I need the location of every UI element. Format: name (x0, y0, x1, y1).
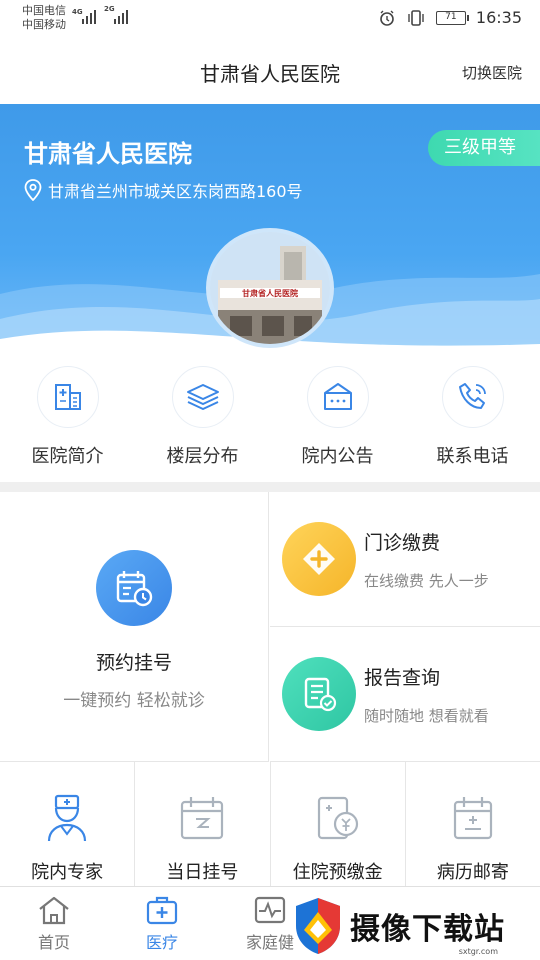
service-icon-wrap (39, 790, 95, 846)
quick-icon-wrap (306, 366, 369, 428)
payment-title: 门诊缴费 (364, 532, 441, 554)
appointment-icon-circle (96, 550, 172, 626)
carrier-1: 中国电信 (22, 4, 66, 17)
switch-hospital-button[interactable]: 切换医院 (462, 62, 522, 83)
carrier-2: 中国移动 (22, 18, 66, 31)
service-icon-wrap (174, 790, 230, 846)
section-divider (0, 482, 540, 492)
report-icon (304, 677, 337, 712)
battery-icon: 71 (435, 10, 469, 25)
service-icon-wrap (310, 790, 366, 846)
page-title: 甘肃省人民医院 (200, 62, 340, 86)
report-icon-circle (282, 657, 356, 731)
carrier-info: 中国电信 中国移动 (22, 4, 66, 32)
quick-item-notice[interactable]: 院内公告 (270, 366, 405, 474)
alarm-icon (380, 10, 394, 26)
phone-icon (458, 383, 486, 409)
location-pin-icon (24, 179, 42, 201)
clock-time: 16:35 (475, 8, 522, 27)
service-label: 病历邮寄 (436, 862, 509, 883)
doctor-icon (48, 794, 87, 842)
record-mail-icon (453, 797, 492, 840)
tab-label: 首页 (37, 933, 70, 952)
service-today-register[interactable]: 当日挂号 (135, 762, 271, 886)
status-right: 71 16:35 (378, 8, 522, 27)
hospital-address[interactable]: 甘肃省兰州市城关区东岗西路160号 (24, 178, 303, 202)
quick-label: 院内公告 (301, 446, 374, 467)
signal-icon (82, 8, 96, 24)
watermark-url: sxtgr.com (458, 947, 498, 956)
layers-icon (186, 384, 219, 410)
tab-home[interactable]: 首页 (0, 887, 108, 960)
watermark: 摄像下载站 sxtgr.com (292, 894, 538, 958)
report-title: 报告查询 (364, 667, 441, 689)
signal-icon-2 (114, 8, 128, 24)
watermark-text: 摄像下载站 (350, 912, 505, 947)
service-label: 住院预缴金 (292, 862, 383, 883)
bottom-services: 院内专家 当日挂号 住院预缴金 病历邮寄 (0, 762, 540, 886)
building-icon (54, 384, 81, 410)
medical-kit-icon (146, 896, 178, 925)
status-bar: 中国电信 中国移动 4G 2G 71 16:35 (0, 0, 540, 36)
home-icon (39, 896, 69, 925)
report-subtitle: 随时随地 想看就看 (364, 707, 489, 725)
grade-badge: 三级甲等 (428, 130, 540, 166)
notice-icon (323, 383, 352, 410)
vibrate-icon (408, 9, 424, 26)
watermark-logo (296, 898, 340, 954)
tab-label: 家庭健 (245, 933, 294, 952)
quick-label: 楼层分布 (166, 446, 239, 467)
quick-label: 联系电话 (436, 446, 509, 467)
tab-label: 医疗 (145, 933, 178, 952)
tab-medical[interactable]: 医疗 (108, 887, 216, 960)
health-monitor-icon (254, 896, 286, 924)
plus-diamond-icon (303, 543, 335, 575)
service-label: 院内专家 (31, 862, 104, 883)
service-icon-wrap (445, 790, 501, 846)
service-deposit[interactable]: 住院预缴金 (271, 762, 406, 886)
hospital-name: 甘肃省人民医院 (24, 140, 192, 168)
quick-icon-wrap (441, 366, 504, 428)
appointment-card[interactable]: 预约挂号 一键预约 轻松就诊 (0, 492, 269, 762)
address-text: 甘肃省兰州市城关区东岗西路160号 (48, 182, 303, 201)
quick-item-intro[interactable]: 医院简介 (0, 366, 135, 474)
report-card[interactable]: 报告查询 随时随地 想看就看 (270, 627, 540, 762)
quick-icon-wrap (171, 366, 234, 428)
appointment-subtitle: 一键预约 轻松就诊 (63, 691, 205, 711)
quick-item-phone[interactable]: 联系电话 (405, 366, 540, 474)
quick-icon-wrap (36, 366, 99, 428)
deposit-icon (317, 796, 358, 840)
hospital-building-image: 甘肃省人民医院 (210, 232, 330, 344)
service-label: 当日挂号 (166, 862, 239, 883)
quick-label: 医院简介 (31, 446, 104, 467)
payment-subtitle: 在线缴费 先人一步 (364, 572, 489, 590)
payment-card[interactable]: 门诊缴费 在线缴费 先人一步 (270, 492, 540, 627)
calendar-clock-icon (116, 571, 153, 607)
today-calendar-icon (181, 797, 224, 840)
service-experts[interactable]: 院内专家 (0, 762, 136, 886)
service-record-mail[interactable]: 病历邮寄 (406, 762, 540, 886)
hospital-photo: 甘肃省人民医院 (206, 228, 334, 348)
page-header: 甘肃省人民医院 切换医院 (0, 36, 540, 104)
quick-menu: 医院简介 楼层分布 院内公告 联系电话 (0, 366, 540, 474)
hospital-sign-text: 甘肃省人民医院 (242, 288, 298, 298)
appointment-title: 预约挂号 (95, 652, 172, 674)
quick-item-floors[interactable]: 楼层分布 (135, 366, 270, 474)
payment-icon-circle (282, 522, 356, 596)
